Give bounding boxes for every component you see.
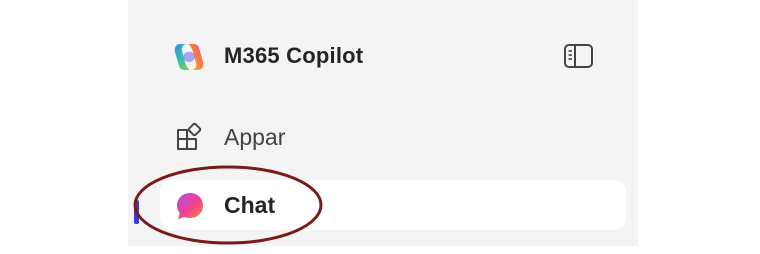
sidebar-toggle-icon[interactable] bbox=[563, 42, 595, 70]
active-item-indicator bbox=[134, 200, 139, 224]
copilot-logo-icon bbox=[174, 44, 204, 70]
panel-header: M365 Copilot bbox=[128, 30, 638, 82]
navigation-panel: M365 Copilot Appar Chat bbox=[128, 0, 638, 246]
chat-bubble-icon bbox=[177, 193, 203, 219]
nav-item-chat[interactable]: Chat bbox=[160, 180, 626, 230]
nav-item-label: Appar bbox=[224, 124, 286, 150]
nav-item-apps[interactable]: Appar bbox=[160, 112, 626, 162]
app-title: M365 Copilot bbox=[224, 43, 364, 68]
nav-item-label: Chat bbox=[224, 192, 276, 218]
screenshot-stage: M365 Copilot Appar Chat bbox=[0, 0, 760, 254]
apps-icon bbox=[177, 122, 202, 150]
